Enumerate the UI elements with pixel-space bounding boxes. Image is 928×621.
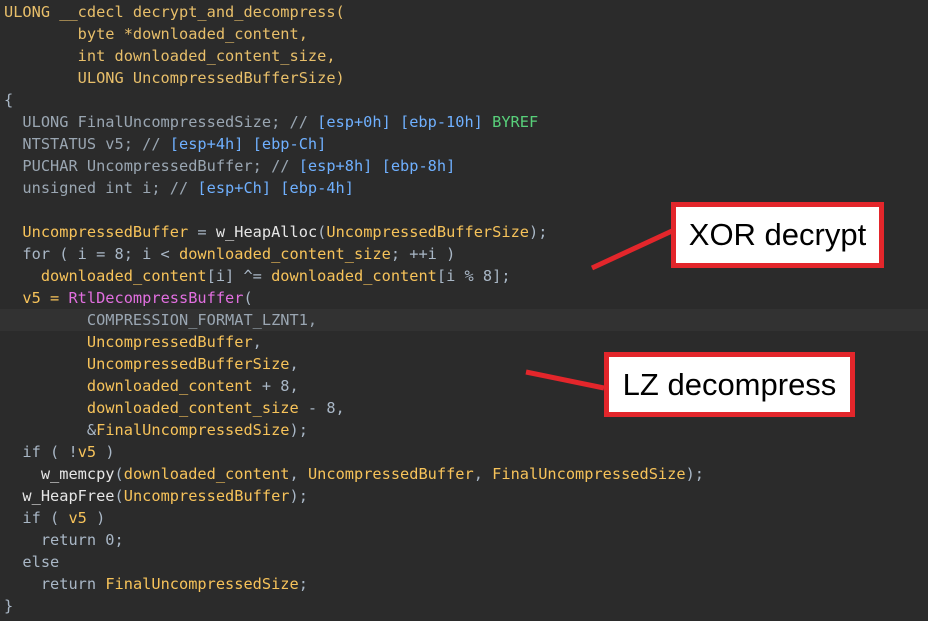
lz-decompress-callout: LZ decompress [604, 352, 855, 417]
xor-arrow [590, 228, 674, 271]
xor-decrypt-callout: XOR decrypt [671, 202, 884, 268]
lz-decompress-label: LZ decompress [622, 367, 837, 402]
annotation-arrows [525, 228, 674, 391]
xor-decrypt-label: XOR decrypt [688, 217, 867, 252]
lz-arrow [525, 369, 605, 391]
